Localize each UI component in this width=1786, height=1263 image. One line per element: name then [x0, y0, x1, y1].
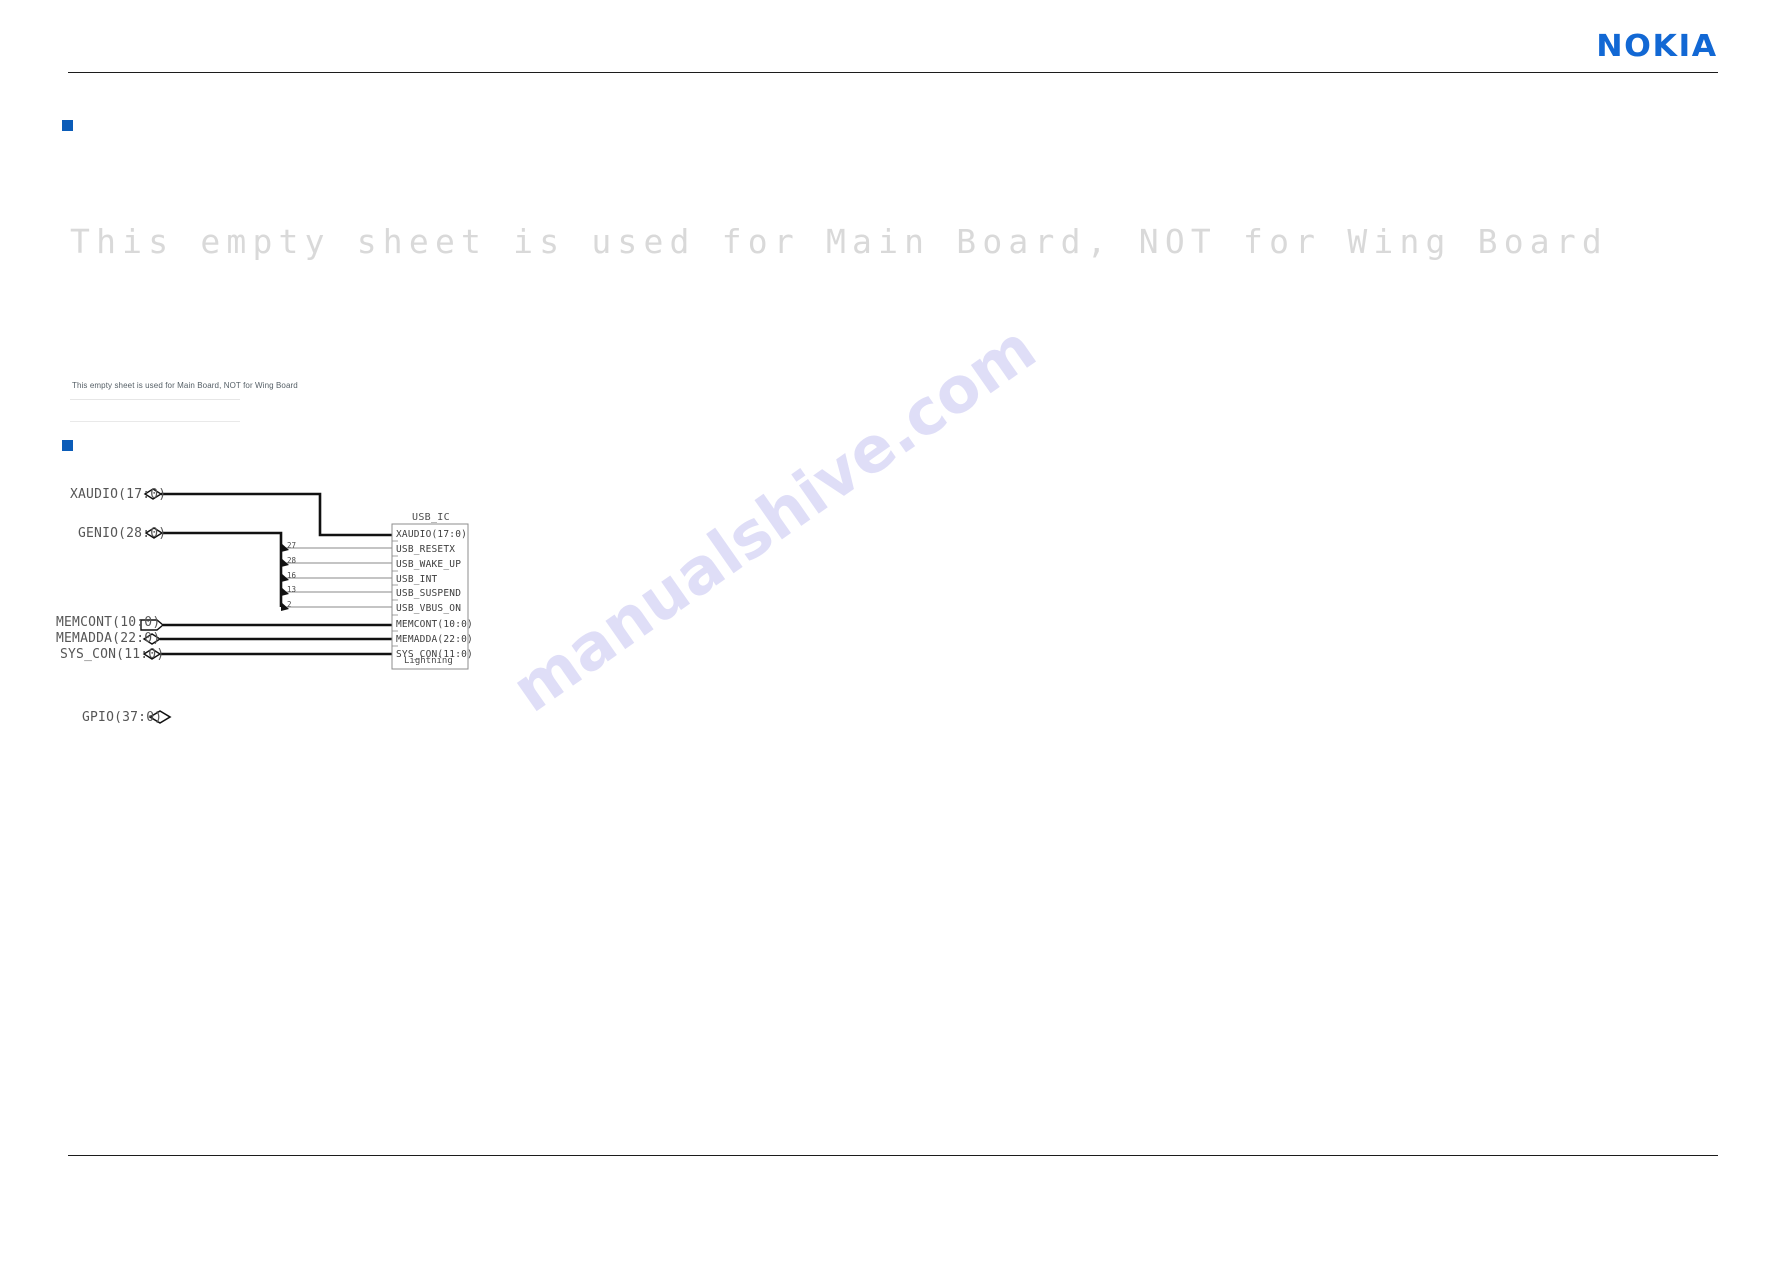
- signal-label-memadda: MEMADDA(22:0): [56, 631, 161, 646]
- sheet-caption: This empty sheet is used for Main Board,…: [72, 381, 298, 390]
- pin-label-memcont: MEMCONT(10:0): [396, 619, 473, 630]
- signal-label-syscon: SYS_CON(11:0): [60, 647, 165, 662]
- faint-title-text: This empty sheet is used for Main Board,…: [70, 222, 1608, 261]
- pin-label-memadda: MEMADDA(22:0): [396, 634, 473, 645]
- bus-bit-27: 27: [287, 541, 297, 550]
- pin-label-usb-vbus-on: USB_VBUS_ON: [396, 603, 462, 614]
- bus-bit-16: 16: [287, 571, 297, 580]
- bus-bit-13: 13: [287, 585, 297, 594]
- bus-bit-2: 2: [287, 600, 292, 609]
- signal-label-genio: GENIO(28:0): [78, 526, 167, 541]
- signal-label-memcont: MEMCONT(10:0): [56, 615, 161, 630]
- ic-name-label: USB_IC: [412, 512, 450, 523]
- signal-label-gpio: GPIO(37:0): [82, 710, 163, 725]
- header-divider: [68, 72, 1718, 73]
- pin-label-syscon: SYS_CON(11:0): [396, 649, 473, 660]
- caption-underline: [70, 399, 240, 400]
- pin-label-usb-resetx: USB_RESETX: [396, 544, 456, 555]
- bus-bit-28: 28: [287, 556, 297, 565]
- footer-divider: [68, 1155, 1718, 1156]
- pin-label-usb-int: USB_INT: [396, 574, 438, 585]
- pin-label-xaudio: XAUDIO(17:0): [396, 529, 468, 540]
- watermark-text: manualshive.com: [499, 311, 1049, 727]
- section-bullet-two: [62, 440, 73, 451]
- pin-label-usb-suspend: USB_SUSPEND: [396, 588, 462, 599]
- pin-label-usb-wake-up: USB_WAKE_UP: [396, 559, 462, 570]
- document-page: NOKIA This empty sheet is used for Main …: [0, 0, 1786, 1263]
- signal-label-xaudio: XAUDIO(17:0): [70, 487, 167, 502]
- section-bullet-one: [62, 120, 73, 131]
- nokia-logo: NOKIA: [1596, 29, 1718, 64]
- usb-ic-schematic: [140, 488, 469, 724]
- caption-box-line: [70, 421, 240, 422]
- watermark: manualshive.com: [499, 311, 1080, 900]
